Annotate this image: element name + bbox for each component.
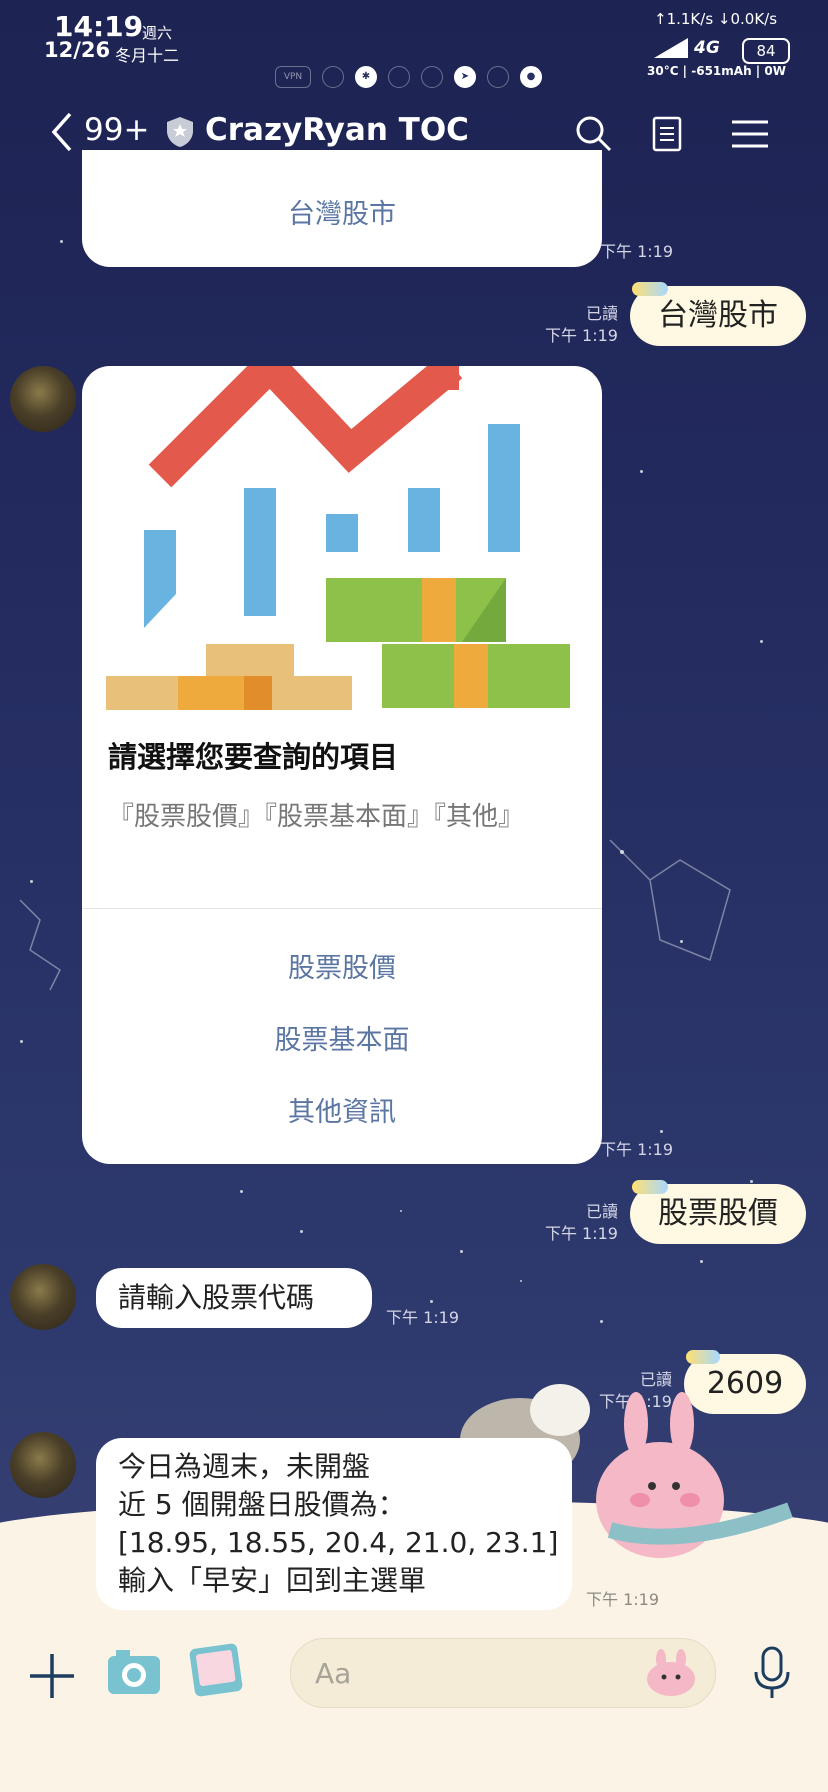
card-option-fundamentals[interactable]: 股票基本面 (82, 1018, 602, 1057)
vpn-icon: VPN (275, 66, 311, 88)
message-input[interactable]: Aa (290, 1638, 716, 1708)
battery-icon: 84 (742, 38, 790, 64)
card-title: 請選擇您要查詢的項目 (108, 740, 399, 774)
plus-icon[interactable] (28, 1652, 76, 1700)
card-option-taiwan-stock[interactable]: 台灣股市 (82, 192, 602, 231)
notes-icon[interactable] (648, 114, 688, 154)
chat-title: CrazyRyan TOC (205, 112, 469, 148)
card-option-other-info[interactable]: 其他資訊 (82, 1090, 602, 1129)
timestamp: 下午 1:19 (386, 1308, 460, 1327)
sticker-icon[interactable] (645, 1649, 697, 1697)
camera-icon[interactable] (106, 1648, 162, 1696)
app-icon (388, 66, 410, 88)
constellation-decoration (609, 839, 731, 962)
previous-card: 台灣股市 (82, 150, 602, 267)
status-date: 12/26 (44, 38, 111, 62)
app-icon (322, 66, 344, 88)
card-body: 『股票股價』『股票基本面』『其他』 (108, 802, 525, 832)
bubble-decoration (632, 282, 668, 296)
timestamp: 下午 1:19 (600, 1140, 674, 1159)
bluetooth-icon: ✱ (355, 66, 377, 88)
avatar[interactable] (10, 1264, 76, 1330)
signal-icon (654, 38, 688, 58)
avatar[interactable] (10, 366, 76, 432)
status-icons: VPN ✱ ➤ ● (275, 66, 542, 88)
message-line: 輸入「早安」回到主選單 (118, 1564, 427, 1597)
avatar[interactable] (10, 1432, 76, 1498)
back-icon[interactable] (46, 112, 82, 152)
card-divider (82, 908, 602, 909)
timestamp: 下午 1:19 (586, 1590, 660, 1609)
gallery-icon[interactable] (188, 1642, 244, 1698)
menu-card: 請選擇您要查詢的項目 『股票股價』『股票基本面』『其他』 股票股價 股票基本面 … (82, 366, 602, 1164)
timestamp: 下午 1:19 (544, 1224, 618, 1243)
menu-icon[interactable] (730, 114, 770, 154)
status-lunar-date: 冬月十二 (115, 46, 180, 65)
read-receipt: 已讀 (585, 304, 618, 323)
input-bar: Aa (0, 1610, 828, 1792)
constellation-decoration-2 (19, 899, 61, 991)
status-weekday: 週六 (142, 24, 173, 42)
input-placeholder: Aa (315, 1657, 352, 1690)
net-speed: ↑1.1K/s ↓0.0K/s (654, 10, 778, 28)
telegram-icon: ➤ (454, 66, 476, 88)
app-icon (487, 66, 509, 88)
received-message-multiline[interactable]: 今日為週末，未開盤 近 5 個開盤日股價為： [18.95, 18.55, 20… (96, 1438, 572, 1610)
received-message[interactable]: 請輸入股票代碼 (96, 1268, 372, 1328)
message-line: 近 5 個開盤日股價為： (118, 1488, 406, 1521)
timestamp: 下午 1:19 (600, 242, 674, 261)
app-icon (421, 66, 443, 88)
message-line: [18.95, 18.55, 20.4, 21.0, 23.1] (118, 1526, 559, 1559)
unread-count[interactable]: 99+ (84, 112, 149, 148)
message-line: 今日為週末，未開盤 (118, 1450, 371, 1483)
battery-info: 30°C | -651mAh | 0W (647, 64, 786, 78)
stock-chart-illustration (106, 366, 570, 710)
bubble-decoration (632, 1180, 668, 1194)
shield-icon (167, 117, 193, 147)
read-receipt: 已讀 (585, 1202, 618, 1221)
mic-icon[interactable] (752, 1646, 792, 1702)
search-icon[interactable] (574, 114, 614, 154)
status-bar: 14:19 週六 12/26 冬月十二 VPN ✱ ➤ ● ↑1.1K/s ↓0… (0, 0, 828, 90)
card-option-stock-price[interactable]: 股票股價 (82, 946, 602, 985)
app-icon: ● (520, 66, 542, 88)
timestamp: 下午 1:19 (544, 326, 618, 345)
network-type: 4G (694, 38, 720, 58)
